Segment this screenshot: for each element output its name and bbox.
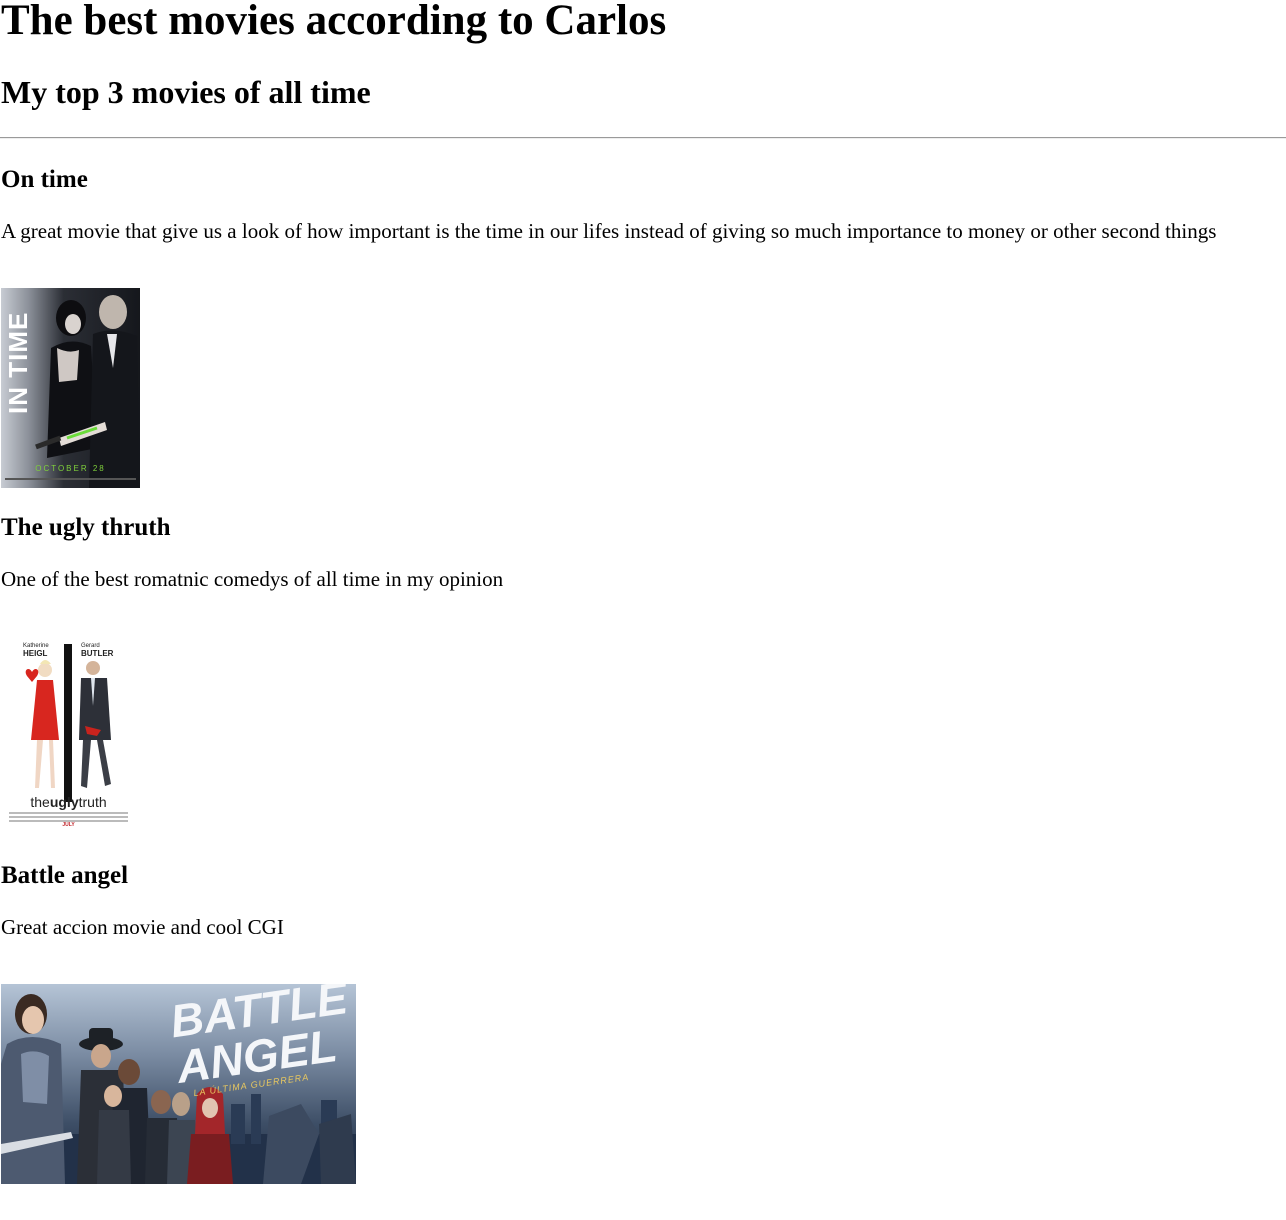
movie-poster-ugly-truth: Katherine HEIGL Gerard BUTLER theuglytru… [1,636,136,836]
movie-description-3: Great accion movie and cool CGI [1,915,284,939]
movie-heading-1: On time [1,166,88,193]
poster-title: IN TIME [3,311,33,415]
movie-description-1: A great movie that give us a look of how… [1,219,1217,243]
movie-heading-2: The ugly thruth [1,514,171,541]
poster-title: theuglytruth [30,794,107,810]
movie-description-2: One of the best romatnic comedys of all … [1,567,504,591]
movie-poster-battle-angel: BATTLE ANGEL LA ÚLTIMA GUERRERA [1,984,356,1184]
poster-release-month: JULY [62,822,75,828]
horizontal-divider [0,137,1286,139]
movie-poster-in-time: IN TIME OCTOBER 28 [1,288,140,488]
poster-release-date: OCTOBER 28 [35,464,106,473]
movie-heading-3: Battle angel [1,862,129,889]
page-subtitle: My top 3 movies of all time [1,74,371,110]
page-title: The best movies according to Carlos [1,0,667,44]
